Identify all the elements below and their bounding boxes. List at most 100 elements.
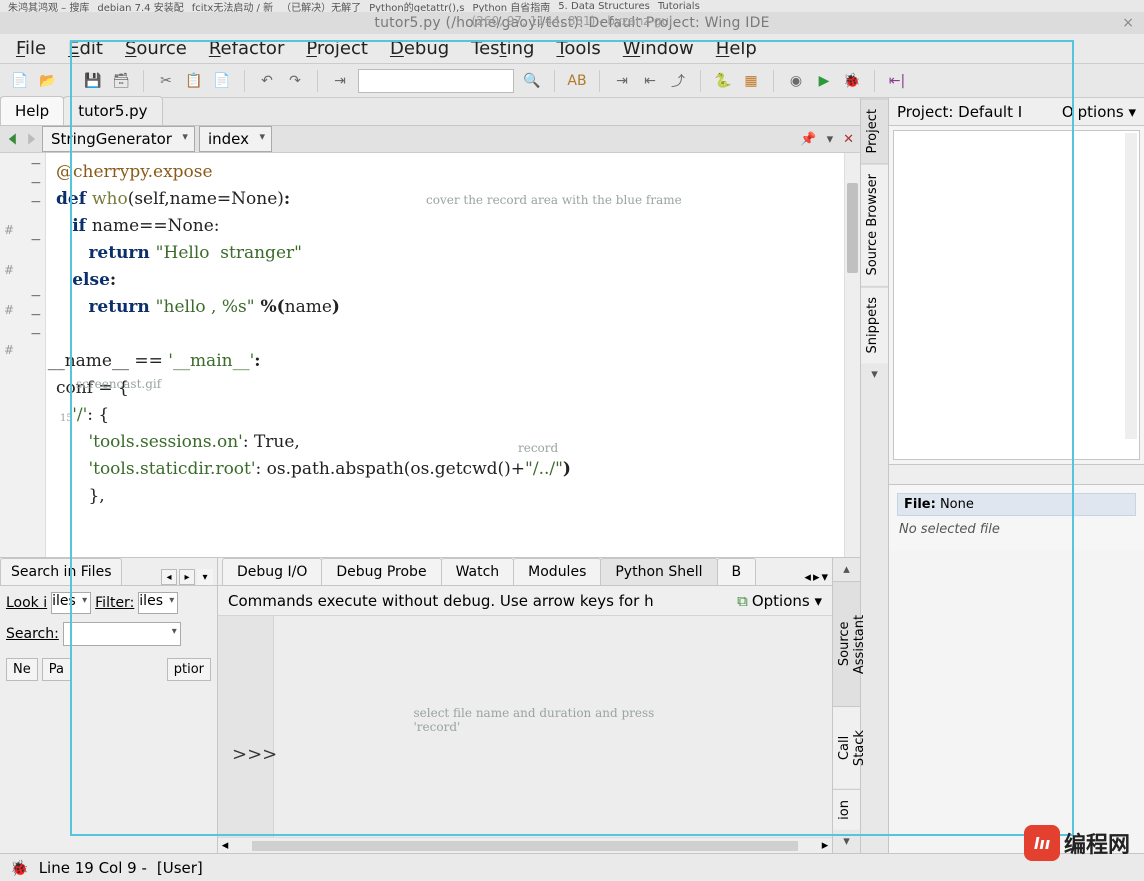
filter-select[interactable]: iles <box>138 592 178 614</box>
paste-icon[interactable]: 📄 <box>212 71 232 91</box>
debug-icon[interactable]: ▦ <box>741 71 761 91</box>
step-over-icon[interactable]: ⇤ <box>640 71 660 91</box>
shell-tab-menu-icon[interactable]: ▾ <box>821 570 828 585</box>
search-options-button[interactable]: ptior <box>167 658 211 681</box>
fold-mark[interactable]: − <box>30 291 40 301</box>
side-tab-ion[interactable]: ion <box>833 789 860 830</box>
chevron-down-icon[interactable]: ▾ <box>827 132 834 147</box>
python-icon[interactable]: 🐍 <box>713 71 733 91</box>
menu-tools[interactable]: Tools <box>556 38 600 59</box>
shell-tab-next-icon[interactable]: ▸ <box>813 570 820 585</box>
cut-icon[interactable]: ✂ <box>156 71 176 91</box>
code-content[interactable]: @cherrypy.expose def who(self,name=None)… <box>46 153 844 557</box>
fold-mark[interactable] <box>30 254 40 264</box>
menu-project[interactable]: Project <box>306 38 368 59</box>
os-tab[interactable]: Tutorials <box>658 0 700 12</box>
search-next-button[interactable]: Ne <box>6 658 38 681</box>
menu-debug[interactable]: Debug <box>390 38 449 59</box>
side-tab-call-stack[interactable]: Call Stack <box>833 706 860 789</box>
editor-scrollbar[interactable] <box>844 153 860 557</box>
side-tab-source-assistant[interactable]: Source Assistant <box>833 581 860 706</box>
search-icon[interactable]: 🔍 <box>522 71 542 91</box>
os-tab[interactable]: 5. Data Structures <box>558 0 650 12</box>
os-tab[interactable]: 朱鸿其鸿观 – 搜库 <box>8 0 89 12</box>
step-into-icon[interactable]: ⇥ <box>612 71 632 91</box>
window-close-button[interactable]: × <box>1122 15 1134 31</box>
search-pause-button[interactable]: Pa <box>42 658 71 681</box>
tab-prev-icon[interactable]: ◂ <box>161 569 177 585</box>
fold-mark[interactable]: − <box>30 310 40 320</box>
undo-icon[interactable]: ↶ <box>257 71 277 91</box>
menu-source[interactable]: Source <box>125 38 187 59</box>
shell-text[interactable]: select file name and duration and press … <box>274 616 832 837</box>
os-tab[interactable]: （已解决）无解了 <box>281 0 361 12</box>
step-out-icon[interactable]: ⤴ <box>668 71 688 91</box>
tab-debug-probe[interactable]: Debug Probe <box>321 558 441 585</box>
redo-icon[interactable]: ↷ <box>285 71 305 91</box>
os-tab[interactable]: Python 自省指南 <box>472 0 550 12</box>
search-input[interactable]: ▾ <box>63 622 181 646</box>
fold-mark[interactable]: − <box>30 178 40 188</box>
project-options[interactable]: Options ▾ <box>1062 103 1136 121</box>
side-up-icon[interactable]: ▴ <box>833 558 860 581</box>
back-icon[interactable] <box>6 132 20 146</box>
fold-mark[interactable]: − <box>30 235 40 245</box>
forward-icon[interactable] <box>24 132 38 146</box>
goto-icon[interactable]: ⇥ <box>330 71 350 91</box>
pin-icon[interactable]: 📌 <box>800 132 816 147</box>
copy-icon[interactable]: 📋 <box>184 71 204 91</box>
side-tab-project[interactable]: Project <box>861 98 888 163</box>
tab-menu-icon[interactable]: ▾ <box>197 569 213 585</box>
debug-run-icon[interactable]: 🐞 <box>842 71 862 91</box>
class-selector[interactable]: StringGenerator <box>42 126 195 152</box>
tab-python-shell[interactable]: Python Shell <box>600 558 717 585</box>
save-icon[interactable]: 💾 <box>83 71 103 91</box>
open-file-icon[interactable]: 📂 <box>38 71 58 91</box>
overlay-record: record <box>518 435 558 462</box>
tab-next-icon[interactable]: ▸ <box>179 569 195 585</box>
fold-mark[interactable]: − <box>30 159 40 169</box>
save-all-icon[interactable]: 🗃 <box>111 71 131 91</box>
shell-hscroll[interactable]: ◂▸ <box>218 837 832 853</box>
fold-mark[interactable] <box>30 216 40 226</box>
new-file-icon[interactable]: 📄 <box>10 71 30 91</box>
menu-help[interactable]: Help <box>716 38 757 59</box>
side-down-icon[interactable]: ▾ <box>833 830 860 853</box>
side-tab-source-browser[interactable]: Source Browser <box>861 163 888 285</box>
overlay-line15: 15 <box>60 405 73 432</box>
tab-help[interactable]: Help <box>0 96 64 125</box>
tab-search-in-files[interactable]: Search in Files <box>0 558 122 585</box>
project-tree[interactable] <box>893 130 1140 460</box>
menu-refactor[interactable]: Refactor <box>209 38 285 59</box>
fold-mark[interactable]: − <box>30 329 40 339</box>
side-tab-snippets[interactable]: Snippets <box>861 286 888 363</box>
tab-modules[interactable]: Modules <box>513 558 601 585</box>
breakpoint-icon[interactable]: ◉ <box>786 71 806 91</box>
os-tab[interactable]: Python的getattr(),s <box>369 0 464 12</box>
os-tab[interactable]: debian 7.4 安装配 <box>97 0 183 12</box>
fold-mark[interactable]: − <box>30 197 40 207</box>
method-selector[interactable]: index <box>199 126 272 152</box>
menu-window[interactable]: Window <box>623 38 694 59</box>
tab-tutor5[interactable]: tutor5.py <box>63 96 162 125</box>
close-editor-icon[interactable]: ✕ <box>843 132 854 147</box>
tab-bookmarks[interactable]: B <box>717 558 757 585</box>
tab-debug-io[interactable]: Debug I/O <box>222 558 322 585</box>
menu-edit[interactable]: Edit <box>68 38 103 59</box>
lookin-select[interactable]: iles <box>51 592 91 614</box>
toolbar-search-input[interactable] <box>358 69 514 93</box>
shell-options[interactable]: Options ▾ <box>752 592 822 610</box>
menu-file[interactable]: File <box>16 38 46 59</box>
splitter[interactable] <box>889 464 1144 484</box>
project-scrollbar[interactable] <box>1125 133 1137 439</box>
os-tab[interactable]: fcitx无法启动 / 新 <box>192 0 273 12</box>
run-icon[interactable]: ▶ <box>814 71 834 91</box>
code-editor[interactable]: − − − − − − − @cherrypy.expose def who(s… <box>0 153 860 557</box>
side-down-icon[interactable]: ▾ <box>861 363 888 386</box>
menu-testing[interactable]: Testing <box>471 38 534 59</box>
stop-icon[interactable]: ⇤| <box>887 71 907 91</box>
shell-add-icon[interactable]: ⧉ <box>737 592 748 610</box>
replace-icon[interactable]: AB <box>567 71 587 91</box>
tab-watch[interactable]: Watch <box>441 558 515 585</box>
shell-tab-prev-icon[interactable]: ◂ <box>804 570 811 585</box>
